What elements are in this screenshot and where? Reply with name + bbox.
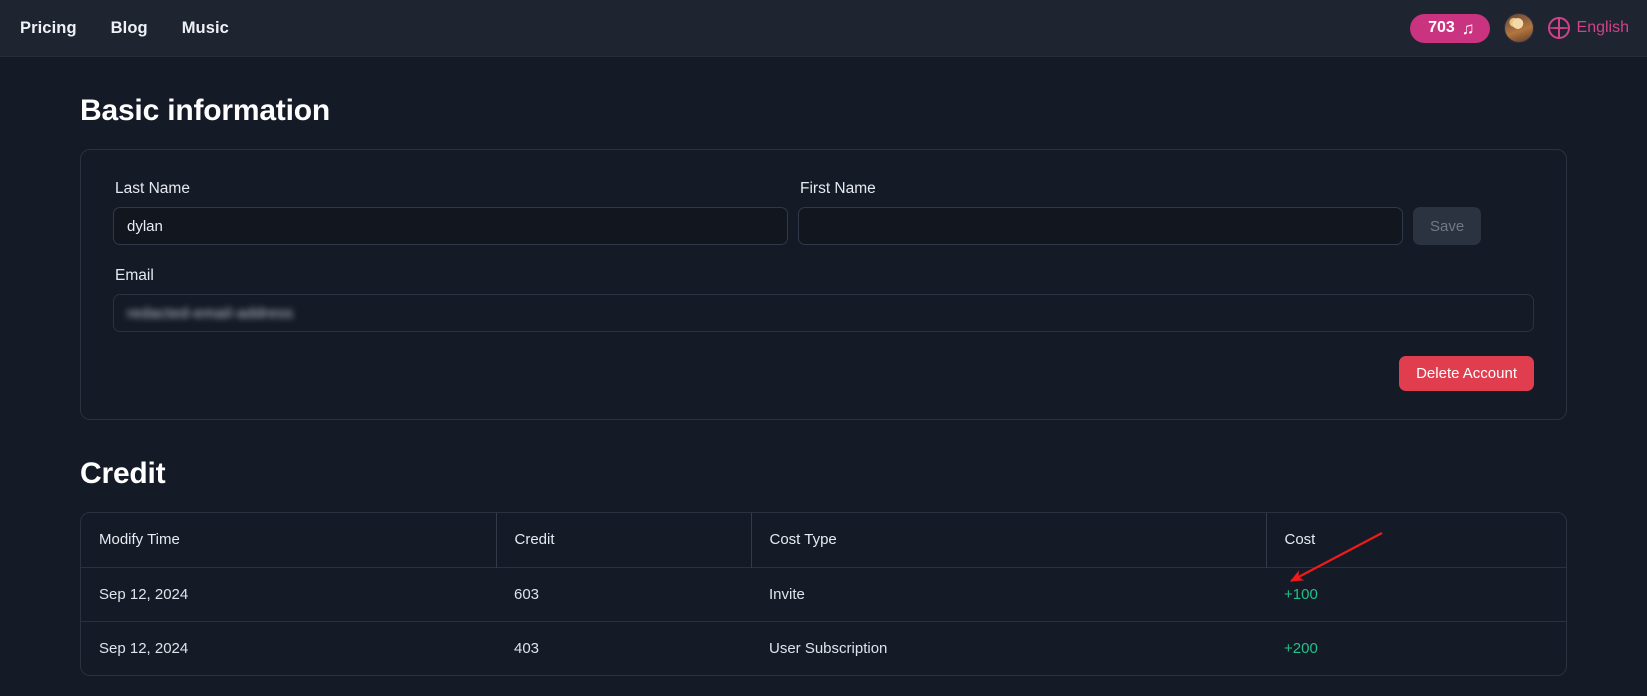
cell-cost-type: User Subscription: [751, 620, 1266, 675]
email-value-redacted: redacted-email-address: [127, 304, 294, 322]
nav-right-group: 703 ♫ English: [1410, 13, 1629, 43]
save-button[interactable]: Save: [1413, 207, 1482, 245]
nav-link-music[interactable]: Music: [182, 19, 229, 38]
avatar[interactable]: [1503, 13, 1534, 43]
language-selector[interactable]: English: [1547, 17, 1629, 39]
globe-icon: [1547, 17, 1570, 39]
column-header-cost-type: Cost Type: [750, 513, 1266, 567]
first-name-input[interactable]: [798, 207, 1403, 245]
table-row[interactable]: Sep 12, 2024 603 Invite +100: [81, 566, 1566, 621]
column-header-modify-time: Modify Time: [99, 531, 180, 549]
cell-cost: +100: [1266, 566, 1566, 621]
cell-modify-time: Sep 12, 2024: [81, 566, 496, 621]
column-header-credit: Credit: [495, 513, 751, 567]
email-input[interactable]: redacted-email-address: [113, 294, 1534, 332]
cell-credit: 603: [496, 566, 751, 621]
nav-link-blog[interactable]: Blog: [111, 19, 148, 38]
page-content: Basic information Last Name First Name S…: [0, 94, 1647, 676]
credit-table-container: Modify Time Credit Cost Type Cost Sep 12…: [80, 512, 1567, 676]
last-name-input[interactable]: [113, 207, 788, 245]
name-fields-row: Last Name First Name Save: [113, 180, 1534, 245]
table-row[interactable]: Sep 12, 2024 403 User Subscription +200: [81, 620, 1566, 675]
column-header-cost: Cost: [1265, 513, 1566, 567]
table-header-row: Modify Time Credit Cost Type Cost: [81, 513, 1566, 567]
music-note-icon: ♫: [1461, 18, 1475, 38]
cell-credit: 403: [496, 620, 751, 675]
page-title-credit: Credit: [80, 457, 166, 490]
email-field-group: Email redacted-email-address: [113, 267, 1534, 332]
page-title-basic-information: Basic information: [80, 94, 330, 127]
language-label: English: [1576, 19, 1629, 36]
credit-badge-value: 703: [1428, 19, 1455, 36]
delete-account-row: Delete Account: [113, 356, 1534, 391]
last-name-label: Last Name: [115, 180, 190, 197]
last-name-field-group: Last Name: [113, 180, 788, 245]
cell-cost: +200: [1266, 620, 1566, 675]
first-name-field-group: First Name: [798, 180, 1403, 245]
credit-table-head: Modify Time Credit Cost Type Cost: [81, 513, 1566, 567]
email-label: Email: [115, 267, 154, 284]
basic-information-panel: Last Name First Name Save Email redacted…: [80, 149, 1567, 420]
cell-cost-type: Invite: [751, 566, 1266, 621]
delete-account-button[interactable]: Delete Account: [1399, 356, 1534, 391]
top-navigation-bar: Pricing Blog Music 703 ♫ English: [0, 0, 1647, 57]
credit-table-body: Sep 12, 2024 603 Invite +100 Sep 12, 202…: [81, 566, 1566, 675]
nav-links: Pricing Blog Music: [20, 19, 229, 38]
cell-modify-time: Sep 12, 2024: [81, 620, 496, 675]
credit-table: Modify Time Credit Cost Type Cost Sep 12…: [81, 513, 1566, 675]
nav-link-pricing[interactable]: Pricing: [20, 19, 77, 38]
credit-badge[interactable]: 703 ♫: [1410, 13, 1490, 43]
first-name-label: First Name: [800, 180, 876, 197]
